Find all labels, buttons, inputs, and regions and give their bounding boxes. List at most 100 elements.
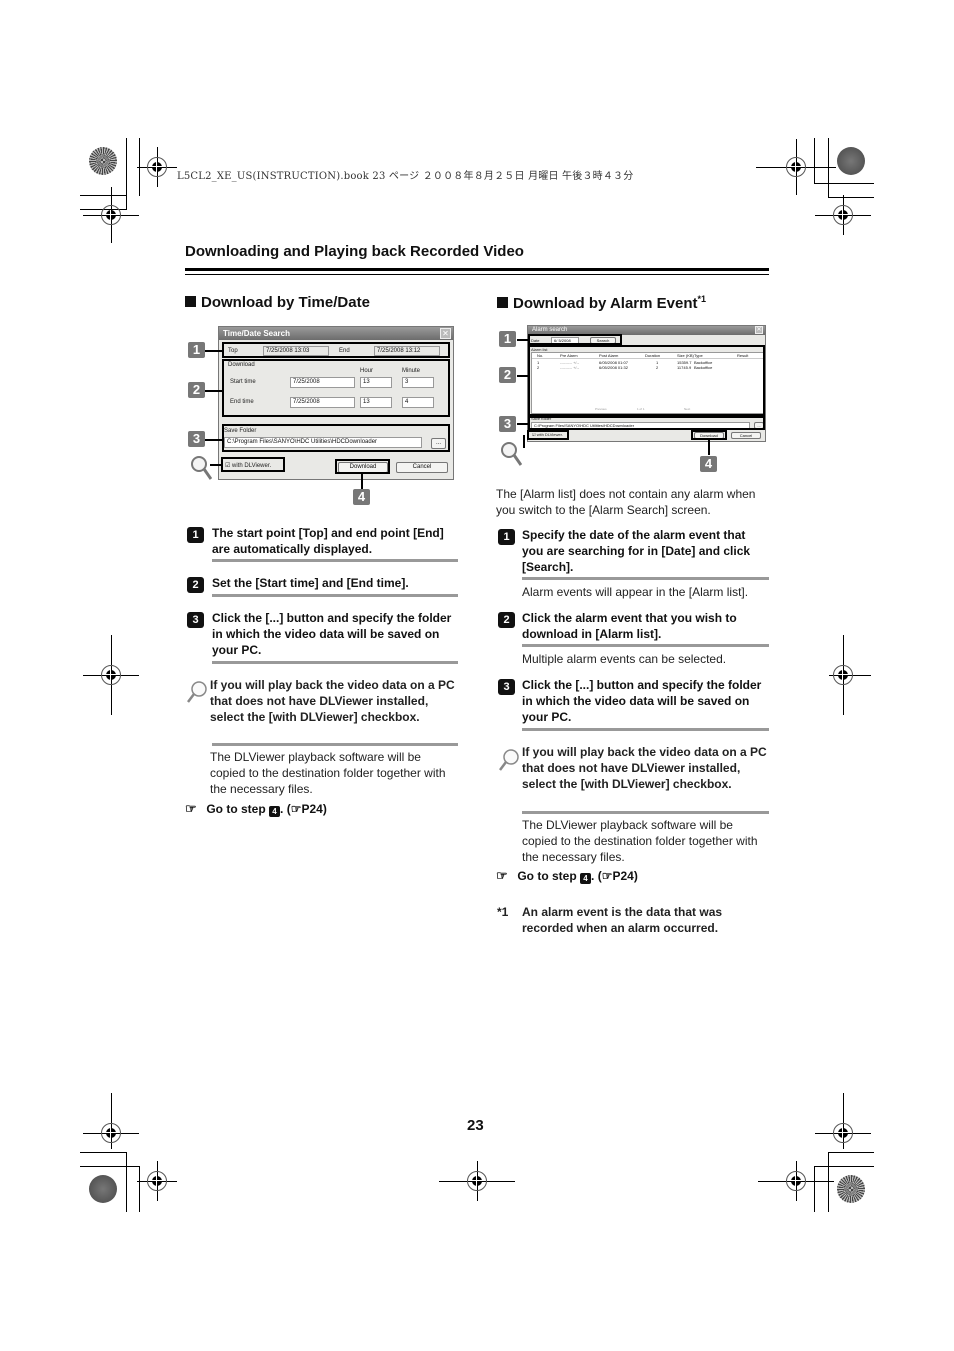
step-text: Set the [Start time] and [End time].	[212, 576, 409, 590]
footnote-text: An alarm event is the data that was reco…	[522, 905, 723, 935]
color-bar-starburst	[89, 1175, 117, 1203]
callout-badge-1: 1	[499, 331, 516, 347]
page-number: 23	[467, 1117, 484, 1134]
tip-note: The DLViewer playback software will be c…	[522, 818, 758, 864]
callout-badge-4: 4	[353, 489, 370, 505]
callout-badge-3: 3	[499, 416, 516, 432]
subsection-title-time-date: Download by Time/Date	[185, 294, 370, 311]
pointing-hand-icon: ☞	[185, 801, 197, 816]
square-bullet-icon	[185, 296, 196, 307]
divider	[522, 728, 769, 731]
trim-line	[126, 1152, 127, 1212]
divider	[522, 644, 769, 647]
callout-box-checkbox	[221, 457, 285, 472]
intro-text: The [Alarm list] does not contain any al…	[496, 487, 756, 517]
trim-line	[814, 1166, 874, 1167]
section-title: Downloading and Playing back Recorded Vi…	[185, 243, 524, 260]
close-icon[interactable]: ✕	[440, 328, 451, 339]
step-number-badge: 3	[498, 679, 515, 695]
heading-rule	[185, 268, 769, 271]
callout-box-2	[528, 345, 765, 416]
trim-line	[126, 138, 127, 210]
divider	[212, 661, 458, 664]
trim-line	[828, 1152, 874, 1153]
callout-line	[523, 435, 525, 448]
trim-line	[828, 1152, 829, 1212]
divider	[212, 743, 458, 746]
step-text: The start point [Top] and end point [End…	[212, 526, 444, 556]
callout-line	[205, 439, 222, 441]
close-icon[interactable]: ✕	[755, 326, 763, 334]
step-text: Click the alarm event that you wish to d…	[522, 611, 737, 641]
goto-step-link[interactable]: ☞ Go to step 4. (☞P24)	[496, 868, 638, 884]
divider	[212, 559, 458, 562]
callout-badge-4: 4	[700, 456, 717, 472]
step-item: 3 Click the [...] button and specify the…	[498, 677, 773, 727]
divider	[522, 811, 769, 814]
tip-note: The DLViewer playback software will be c…	[210, 750, 446, 796]
magnifier-icon	[191, 456, 212, 480]
goto-step-link[interactable]: ☞ Go to step 4. (☞P24)	[185, 801, 327, 817]
step-item: 2 Click the alarm event that you wish to…	[498, 610, 773, 644]
step-item: 3 Click the [...] button and specify the…	[187, 610, 462, 660]
step-item: 2 Set the [Start time] and [End time].	[187, 575, 462, 593]
callout-box-4	[335, 459, 390, 474]
callout-box-2	[222, 359, 450, 417]
callout-line	[517, 339, 528, 341]
dialog-titlebar: Time/Date Search	[219, 327, 453, 340]
heading-rule	[185, 274, 769, 275]
trim-line	[828, 138, 829, 198]
trim-line	[80, 1152, 127, 1153]
step-number-badge: 3	[187, 612, 204, 628]
callout-line	[205, 350, 222, 352]
callout-box-1	[528, 334, 622, 345]
divider	[522, 577, 769, 580]
step-number-badge: 2	[498, 612, 515, 628]
pointing-hand-icon: ☞	[601, 869, 613, 883]
callout-badge-2: 2	[188, 382, 205, 398]
callout-line	[361, 474, 363, 489]
trim-line	[80, 195, 127, 196]
tip-text: If you will play back the video data on …	[522, 745, 767, 791]
callout-line	[205, 390, 222, 392]
callout-box-4	[691, 430, 727, 440]
step-item: 1 Specify the date of the alarm event th…	[498, 527, 773, 577]
step-number-badge: 1	[187, 527, 204, 543]
color-bar-starburst	[837, 1175, 865, 1203]
trim-line	[814, 138, 815, 184]
callout-line	[708, 440, 710, 455]
trim-line	[814, 1166, 815, 1212]
subsection-title-alarm-event: Download by Alarm Event*1	[497, 294, 706, 312]
callout-badge-1: 1	[188, 342, 205, 358]
trim-line	[828, 197, 874, 198]
magnifier-icon	[187, 681, 207, 703]
step-note: Alarm events will appear in the [Alarm l…	[522, 585, 749, 599]
callout-box-checkbox	[527, 430, 569, 440]
cancel-button[interactable]: Cancel	[731, 432, 761, 439]
step-text: Click the [...] button and specify the f…	[212, 611, 452, 657]
step-number-badge: 4	[269, 806, 281, 817]
square-bullet-icon	[497, 297, 508, 308]
color-bar-starburst	[837, 147, 865, 175]
step-number-badge: 1	[498, 529, 515, 545]
pointing-hand-icon: ☞	[496, 868, 508, 883]
step-item: 1 The start point [Top] and end point [E…	[187, 525, 462, 559]
callout-box-3	[222, 424, 450, 452]
color-bar-starburst	[89, 147, 117, 175]
pointing-hand-icon: ☞	[290, 802, 302, 816]
step-note: Multiple alarm events can be selected.	[522, 652, 727, 666]
callout-box-3	[528, 416, 765, 430]
tip-text: If you will play back the video data on …	[210, 678, 455, 724]
magnifier-icon	[501, 442, 522, 466]
callout-line	[517, 375, 528, 377]
trim-line	[814, 183, 874, 184]
callout-badge-2: 2	[499, 367, 516, 383]
step-number-badge: 2	[187, 577, 204, 593]
step-text: Click the [...] button and specify the f…	[522, 678, 762, 724]
step-text: Specify the date of the alarm event that…	[522, 528, 751, 574]
cancel-button[interactable]: Cancel	[396, 462, 448, 473]
step-number-badge: 4	[580, 873, 592, 884]
callout-box-1	[222, 342, 450, 358]
print-header: L5CL2_XE_US(INSTRUCTION).book 23 ページ ２００…	[177, 171, 634, 182]
callout-line	[517, 423, 528, 425]
